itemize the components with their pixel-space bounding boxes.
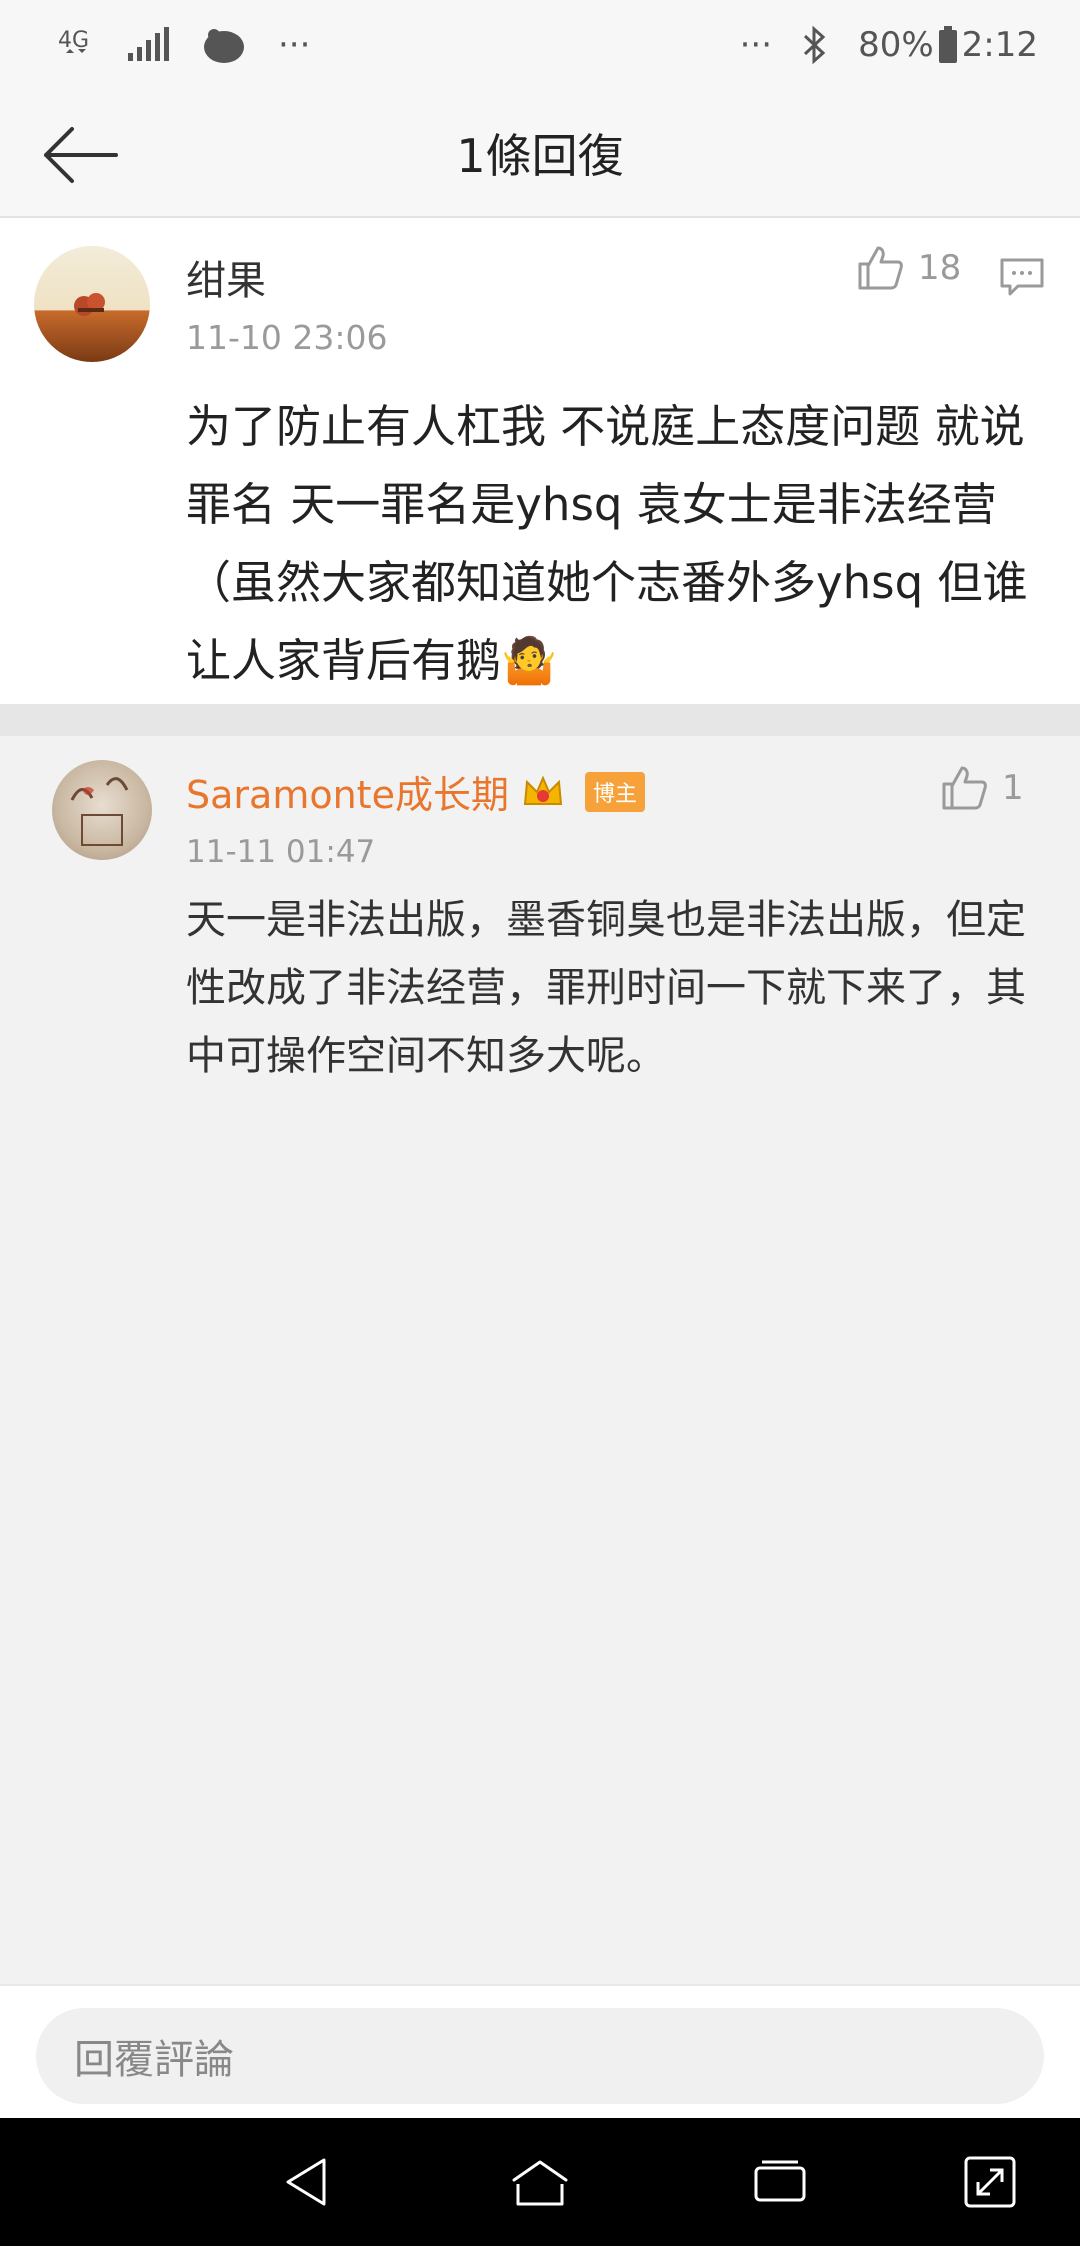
section-divider	[0, 704, 1080, 736]
reply-author[interactable]: Saramonte成长期	[186, 764, 509, 819]
status-left: 4G ···	[56, 25, 310, 65]
like-button[interactable]: 1	[940, 764, 1024, 812]
status-more-left: ···	[278, 25, 311, 65]
reply-timestamp: 11-11 01:47	[186, 834, 376, 870]
page-header: 1條回復	[0, 90, 1080, 218]
battery-percent: 80%	[858, 25, 934, 65]
reply-text: 天一是非法出版，墨香铜臭也是非法出版，但定性改成了非法经营，罪刑时间一下就下来了…	[186, 897, 1026, 1079]
like-count: 1	[1002, 768, 1024, 808]
app-notification-icon	[200, 25, 248, 65]
like-button[interactable]: 18	[856, 244, 961, 292]
nav-recents-icon	[754, 2160, 806, 2202]
back-arrow-icon	[44, 127, 118, 183]
battery-icon	[938, 26, 958, 64]
bluetooth-icon	[802, 26, 828, 64]
main-comment: 绀果 11-10 23:06 18 为了防止有人杠我 不说庭上态度问题 就说罪名…	[0, 218, 1080, 704]
network-4g-icon: 4G	[56, 25, 96, 65]
nav-back-icon	[286, 2158, 326, 2206]
reply-input[interactable]: 回覆評論	[36, 2008, 1044, 2104]
comment-author[interactable]: 绀果	[186, 248, 266, 306]
nav-home-button[interactable]	[508, 2150, 572, 2214]
nav-home-icon	[512, 2160, 568, 2206]
reply-comment: Saramonte成长期 博主 11-11 01:47 1 天一是非法出版，墨香…	[0, 736, 1080, 1096]
clock: 2:12	[961, 25, 1038, 65]
nav-expand-button[interactable]	[958, 2150, 1022, 2214]
reply-author-row: Saramonte成长期 博主	[186, 764, 645, 819]
nav-recents-button[interactable]	[748, 2150, 812, 2214]
avatar[interactable]	[34, 246, 150, 362]
comment-text: 为了防止有人杠我 不说庭上态度问题 就说罪名 天一罪名是yhsq 袁女士是非法经…	[186, 400, 1028, 687]
reply-button[interactable]	[998, 252, 1046, 300]
system-nav-bar	[0, 2118, 1080, 2246]
signal-icon	[126, 27, 170, 63]
comment-icon	[1000, 258, 1044, 296]
reply-bar: 回覆評論	[0, 1984, 1080, 2118]
nav-back-button[interactable]	[274, 2150, 338, 2214]
status-bar: 4G ··· ··· 80% 2:12	[0, 0, 1080, 90]
back-button[interactable]	[40, 120, 120, 190]
expand-icon	[964, 2156, 1016, 2208]
thumbs-up-icon	[942, 766, 987, 810]
page-title: 1條回復	[456, 129, 624, 183]
comment-timestamp: 11-10 23:06	[186, 318, 388, 357]
crown-icon	[521, 770, 565, 814]
status-more-right: ···	[739, 25, 773, 65]
avatar[interactable]	[52, 760, 152, 860]
like-count: 18	[918, 248, 962, 288]
thumbs-up-icon	[858, 246, 903, 290]
blogger-badge: 博主	[584, 771, 645, 812]
status-right: ··· 80% 2:12	[740, 25, 1038, 65]
